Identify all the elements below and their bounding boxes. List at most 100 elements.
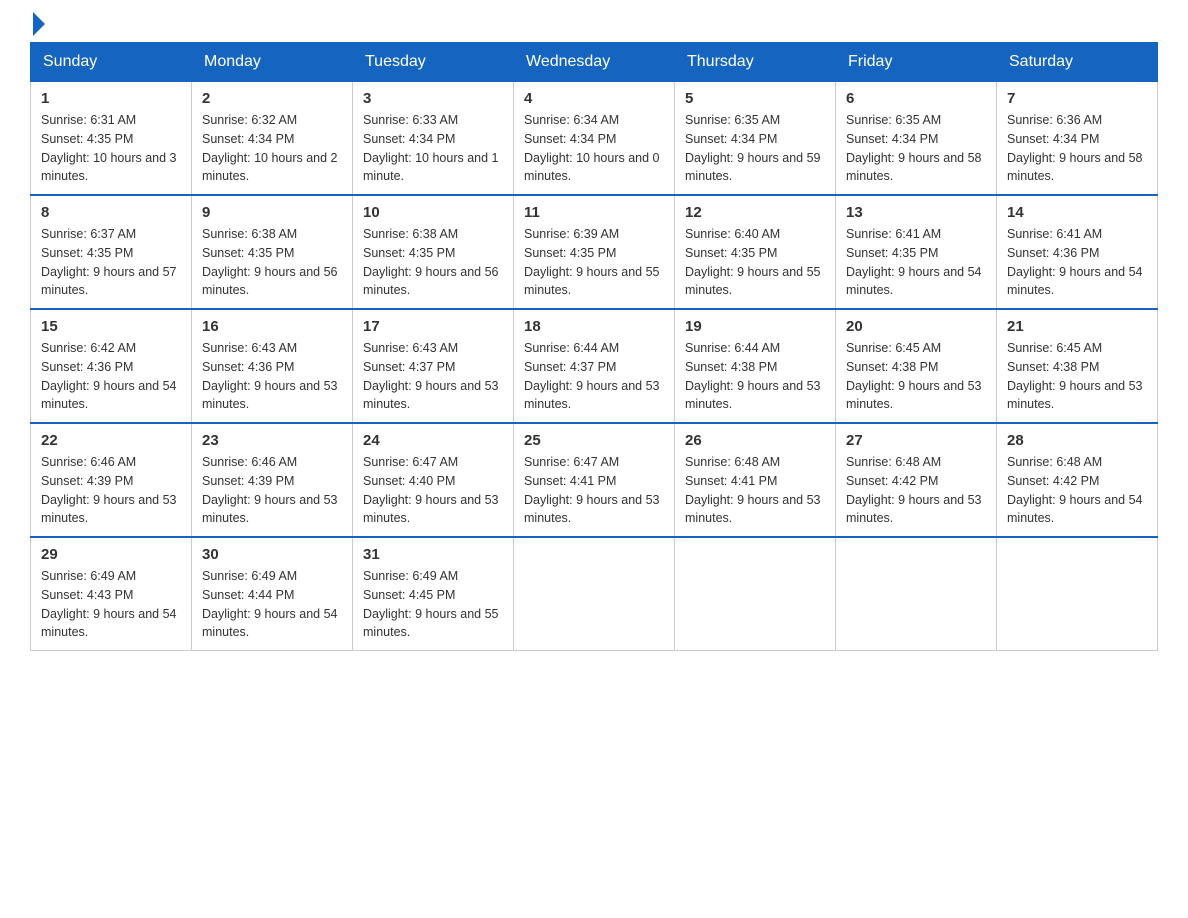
week-row-3: 15 Sunrise: 6:42 AMSunset: 4:36 PMDaylig… [31,309,1158,423]
calendar-cell: 25 Sunrise: 6:47 AMSunset: 4:41 PMDaylig… [514,423,675,537]
calendar-table: SundayMondayTuesdayWednesdayThursdayFrid… [30,42,1158,651]
day-number: 5 [685,90,825,107]
week-row-4: 22 Sunrise: 6:46 AMSunset: 4:39 PMDaylig… [31,423,1158,537]
weekday-header-row: SundayMondayTuesdayWednesdayThursdayFrid… [31,43,1158,82]
day-number: 17 [363,318,503,335]
weekday-header-sunday: Sunday [31,43,192,82]
day-number: 8 [41,204,181,221]
weekday-header-thursday: Thursday [675,43,836,82]
week-row-5: 29 Sunrise: 6:49 AMSunset: 4:43 PMDaylig… [31,537,1158,651]
logo [30,20,45,32]
day-number: 24 [363,432,503,449]
day-info: Sunrise: 6:36 AMSunset: 4:34 PMDaylight:… [1007,113,1143,183]
day-number: 10 [363,204,503,221]
calendar-cell [514,537,675,651]
calendar-cell: 11 Sunrise: 6:39 AMSunset: 4:35 PMDaylig… [514,195,675,309]
day-number: 26 [685,432,825,449]
calendar-cell: 17 Sunrise: 6:43 AMSunset: 4:37 PMDaylig… [353,309,514,423]
calendar-cell: 24 Sunrise: 6:47 AMSunset: 4:40 PMDaylig… [353,423,514,537]
day-info: Sunrise: 6:46 AMSunset: 4:39 PMDaylight:… [41,455,177,525]
day-number: 12 [685,204,825,221]
day-info: Sunrise: 6:41 AMSunset: 4:36 PMDaylight:… [1007,227,1143,297]
day-number: 19 [685,318,825,335]
day-number: 2 [202,90,342,107]
day-info: Sunrise: 6:49 AMSunset: 4:43 PMDaylight:… [41,569,177,639]
day-number: 30 [202,546,342,563]
day-number: 16 [202,318,342,335]
calendar-cell: 4 Sunrise: 6:34 AMSunset: 4:34 PMDayligh… [514,82,675,196]
day-number: 11 [524,204,664,221]
calendar-cell: 30 Sunrise: 6:49 AMSunset: 4:44 PMDaylig… [192,537,353,651]
day-info: Sunrise: 6:31 AMSunset: 4:35 PMDaylight:… [41,113,177,183]
logo-triangle-icon [33,12,45,36]
day-info: Sunrise: 6:49 AMSunset: 4:44 PMDaylight:… [202,569,338,639]
calendar-cell: 13 Sunrise: 6:41 AMSunset: 4:35 PMDaylig… [836,195,997,309]
day-number: 1 [41,90,181,107]
calendar-cell [675,537,836,651]
day-number: 29 [41,546,181,563]
calendar-cell: 12 Sunrise: 6:40 AMSunset: 4:35 PMDaylig… [675,195,836,309]
day-number: 25 [524,432,664,449]
day-number: 31 [363,546,503,563]
calendar-cell: 15 Sunrise: 6:42 AMSunset: 4:36 PMDaylig… [31,309,192,423]
calendar-cell: 2 Sunrise: 6:32 AMSunset: 4:34 PMDayligh… [192,82,353,196]
calendar-cell: 28 Sunrise: 6:48 AMSunset: 4:42 PMDaylig… [997,423,1158,537]
calendar-cell: 7 Sunrise: 6:36 AMSunset: 4:34 PMDayligh… [997,82,1158,196]
day-info: Sunrise: 6:44 AMSunset: 4:37 PMDaylight:… [524,341,660,411]
day-info: Sunrise: 6:39 AMSunset: 4:35 PMDaylight:… [524,227,660,297]
day-number: 6 [846,90,986,107]
day-info: Sunrise: 6:38 AMSunset: 4:35 PMDaylight:… [202,227,338,297]
day-info: Sunrise: 6:38 AMSunset: 4:35 PMDaylight:… [363,227,499,297]
week-row-1: 1 Sunrise: 6:31 AMSunset: 4:35 PMDayligh… [31,82,1158,196]
calendar-cell: 29 Sunrise: 6:49 AMSunset: 4:43 PMDaylig… [31,537,192,651]
calendar-cell: 21 Sunrise: 6:45 AMSunset: 4:38 PMDaylig… [997,309,1158,423]
weekday-header-monday: Monday [192,43,353,82]
calendar-cell: 3 Sunrise: 6:33 AMSunset: 4:34 PMDayligh… [353,82,514,196]
weekday-header-friday: Friday [836,43,997,82]
day-number: 13 [846,204,986,221]
day-info: Sunrise: 6:34 AMSunset: 4:34 PMDaylight:… [524,113,660,183]
day-info: Sunrise: 6:45 AMSunset: 4:38 PMDaylight:… [1007,341,1143,411]
day-info: Sunrise: 6:48 AMSunset: 4:42 PMDaylight:… [1007,455,1143,525]
calendar-cell: 27 Sunrise: 6:48 AMSunset: 4:42 PMDaylig… [836,423,997,537]
day-number: 14 [1007,204,1147,221]
day-info: Sunrise: 6:44 AMSunset: 4:38 PMDaylight:… [685,341,821,411]
calendar-cell: 31 Sunrise: 6:49 AMSunset: 4:45 PMDaylig… [353,537,514,651]
calendar-cell: 18 Sunrise: 6:44 AMSunset: 4:37 PMDaylig… [514,309,675,423]
calendar-cell: 26 Sunrise: 6:48 AMSunset: 4:41 PMDaylig… [675,423,836,537]
calendar-cell: 5 Sunrise: 6:35 AMSunset: 4:34 PMDayligh… [675,82,836,196]
calendar-cell: 9 Sunrise: 6:38 AMSunset: 4:35 PMDayligh… [192,195,353,309]
day-number: 9 [202,204,342,221]
calendar-cell: 8 Sunrise: 6:37 AMSunset: 4:35 PMDayligh… [31,195,192,309]
day-number: 15 [41,318,181,335]
day-info: Sunrise: 6:42 AMSunset: 4:36 PMDaylight:… [41,341,177,411]
weekday-header-wednesday: Wednesday [514,43,675,82]
day-info: Sunrise: 6:48 AMSunset: 4:42 PMDaylight:… [846,455,982,525]
page-header [30,20,1158,32]
day-info: Sunrise: 6:35 AMSunset: 4:34 PMDaylight:… [685,113,821,183]
day-number: 18 [524,318,664,335]
day-number: 3 [363,90,503,107]
day-number: 4 [524,90,664,107]
calendar-cell: 1 Sunrise: 6:31 AMSunset: 4:35 PMDayligh… [31,82,192,196]
day-number: 23 [202,432,342,449]
day-info: Sunrise: 6:45 AMSunset: 4:38 PMDaylight:… [846,341,982,411]
calendar-cell: 6 Sunrise: 6:35 AMSunset: 4:34 PMDayligh… [836,82,997,196]
day-info: Sunrise: 6:33 AMSunset: 4:34 PMDaylight:… [363,113,499,183]
day-number: 20 [846,318,986,335]
calendar-cell: 16 Sunrise: 6:43 AMSunset: 4:36 PMDaylig… [192,309,353,423]
calendar-cell [836,537,997,651]
week-row-2: 8 Sunrise: 6:37 AMSunset: 4:35 PMDayligh… [31,195,1158,309]
calendar-cell: 20 Sunrise: 6:45 AMSunset: 4:38 PMDaylig… [836,309,997,423]
day-number: 22 [41,432,181,449]
weekday-header-tuesday: Tuesday [353,43,514,82]
calendar-cell: 14 Sunrise: 6:41 AMSunset: 4:36 PMDaylig… [997,195,1158,309]
day-number: 28 [1007,432,1147,449]
day-info: Sunrise: 6:40 AMSunset: 4:35 PMDaylight:… [685,227,821,297]
day-info: Sunrise: 6:32 AMSunset: 4:34 PMDaylight:… [202,113,338,183]
day-number: 27 [846,432,986,449]
calendar-cell: 22 Sunrise: 6:46 AMSunset: 4:39 PMDaylig… [31,423,192,537]
calendar-cell: 19 Sunrise: 6:44 AMSunset: 4:38 PMDaylig… [675,309,836,423]
calendar-cell: 23 Sunrise: 6:46 AMSunset: 4:39 PMDaylig… [192,423,353,537]
day-info: Sunrise: 6:35 AMSunset: 4:34 PMDaylight:… [846,113,982,183]
